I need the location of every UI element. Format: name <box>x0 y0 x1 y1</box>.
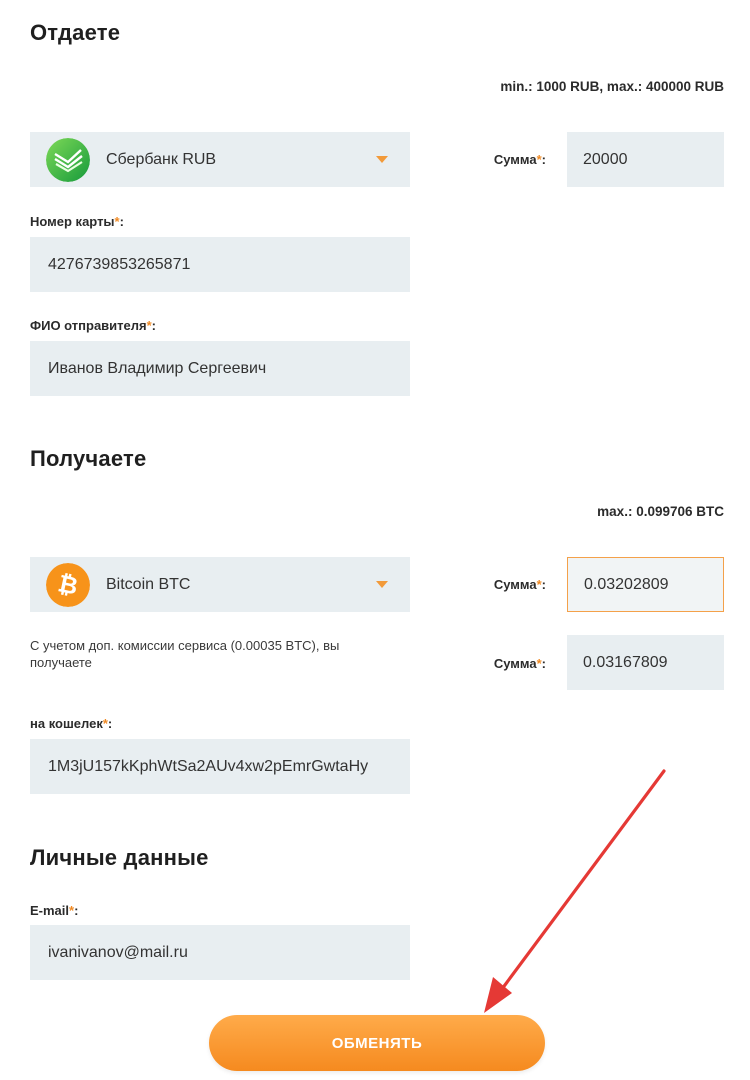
fee-note: С учетом доп. комиссии сервиса (0.00035 … <box>30 638 340 670</box>
card-number-label: Номер карты*: <box>30 214 124 229</box>
bitcoin-icon: ₿ <box>46 562 90 607</box>
exchange-button[interactable]: ОБМЕНЯТЬ <box>209 1015 545 1071</box>
net-amount-label: Сумма*: <box>493 656 546 671</box>
give-currency-name: Сбербанк RUB <box>106 150 217 168</box>
give-currency-select[interactable]: Сбербанк RUB <box>30 132 410 187</box>
wallet-label: на кошелек*: <box>30 716 113 731</box>
receive-amount-input[interactable]: 0.03202809 <box>567 557 724 612</box>
wallet-input[interactable]: 1M3jU157kKphWtSa2AUv4xw2pEmrGwtaHy <box>30 739 410 794</box>
receive-section-title: Получаете <box>30 446 147 471</box>
card-number-input[interactable]: 4276739853265871 <box>30 237 410 292</box>
give-amount-input[interactable]: 20000 <box>567 132 724 187</box>
receive-amount-label: Сумма*: <box>493 577 546 592</box>
receive-currency-name: Bitcoin BTC <box>106 575 191 593</box>
give-amount-label: Сумма*: <box>493 152 546 167</box>
chevron-down-icon <box>376 581 388 588</box>
give-section-title: Отдаете <box>30 20 121 45</box>
sender-name-input[interactable]: Иванов Владимир Сергеевич <box>30 341 410 396</box>
chevron-down-icon <box>376 156 388 163</box>
personal-section-title: Личные данные <box>30 845 209 870</box>
sberbank-icon <box>46 137 90 182</box>
give-limits: min.: 1000 RUB, max.: 400000 RUB <box>500 79 724 94</box>
net-amount-input[interactable]: 0.03167809 <box>567 635 724 690</box>
receive-limits: max.: 0.099706 BTC <box>597 504 724 519</box>
email-input[interactable]: ivanivanov@mail.ru <box>30 925 410 980</box>
receive-currency-select[interactable]: ₿ Bitcoin BTC <box>30 557 410 612</box>
sender-name-label: ФИО отправителя*: <box>30 318 156 333</box>
annotation-arrow-icon <box>484 769 666 1013</box>
email-label: E-mail*: <box>30 903 79 918</box>
